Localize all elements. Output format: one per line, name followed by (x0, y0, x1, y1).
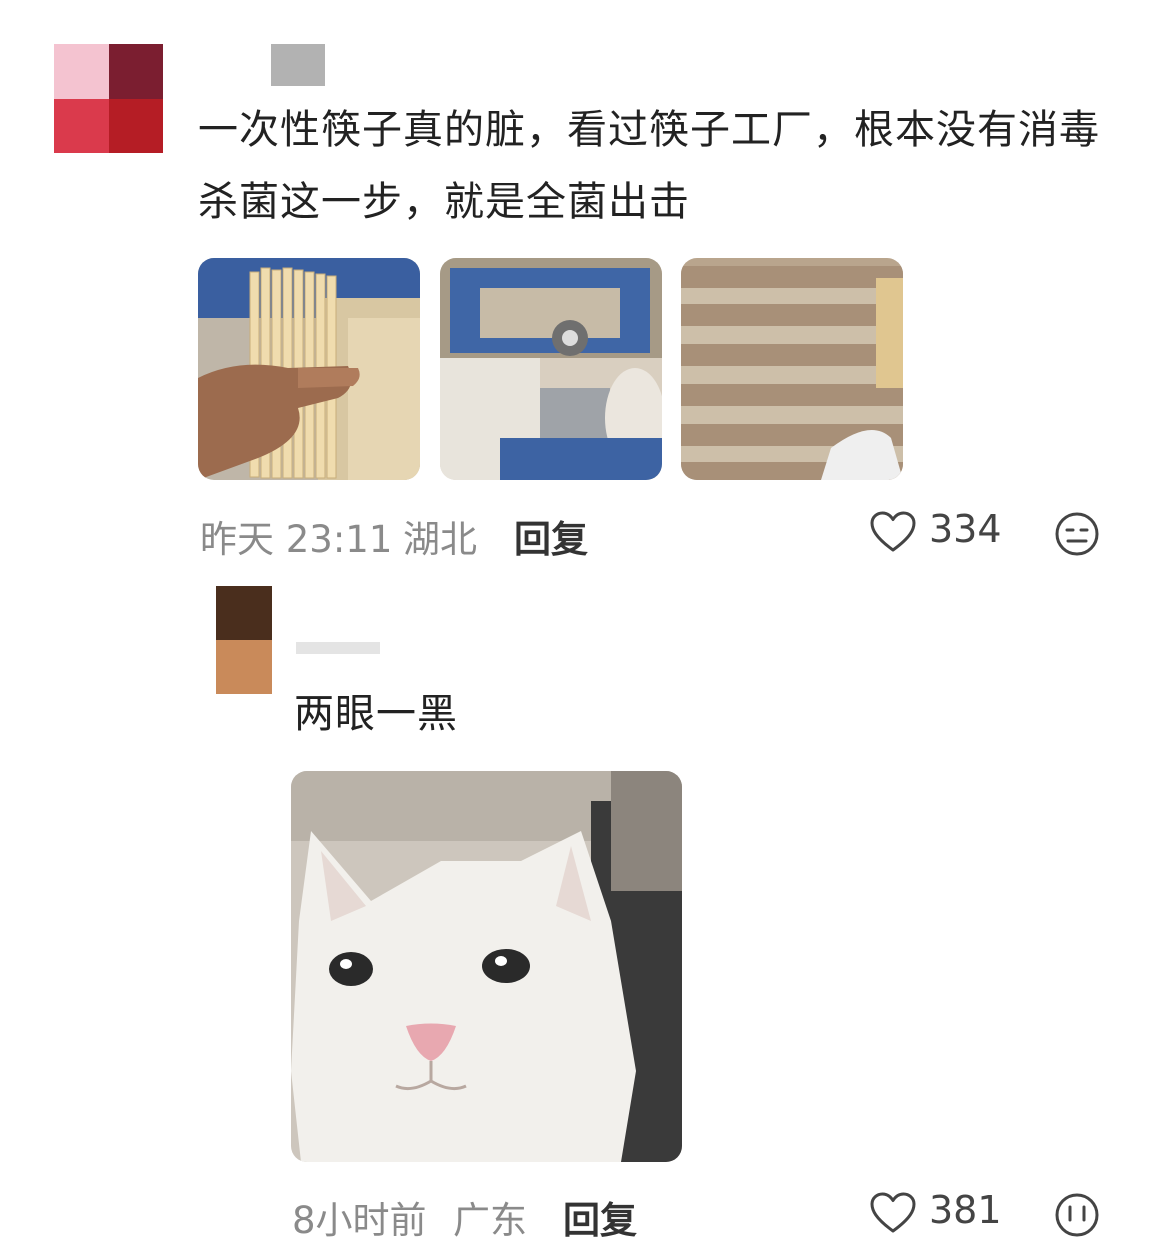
comment-image-chopstick-machine[interactable] (440, 258, 662, 480)
heart-icon[interactable] (870, 1192, 916, 1238)
replier-avatar[interactable] (216, 586, 272, 694)
reply-reply-button[interactable]: 回复 (563, 1190, 637, 1244)
comment-image-chopsticks-in-hand[interactable] (198, 258, 420, 480)
comment-time: 昨天 23:11 (200, 518, 393, 561)
meh-face-icon[interactable] (1054, 511, 1100, 561)
reply-image-white-cat-meme[interactable] (291, 771, 682, 1162)
comment-like-count: 334 (929, 507, 1002, 551)
reply-text: 两眼一黑 (294, 691, 458, 737)
reply-location: 广东 (453, 1199, 527, 1242)
reply-like-count: 381 (929, 1188, 1002, 1232)
commenter-name-redacted[interactable] (271, 44, 325, 86)
heart-icon[interactable] (870, 511, 916, 557)
replier-name-redacted[interactable] (296, 642, 380, 654)
comment-reply-button[interactable]: 回复 (514, 509, 588, 563)
reply-time: 8小时前 (292, 1199, 427, 1242)
comment-location: 湖北 (403, 518, 477, 561)
face-icon[interactable] (1054, 1192, 1100, 1242)
comment-image-chopstick-bundles[interactable] (681, 258, 903, 480)
comment-text: 一次性筷子真的脏，看过筷子工厂，根本没有消毒杀菌这一步，就是全菌出击 (198, 107, 1100, 225)
commenter-avatar[interactable] (54, 44, 163, 153)
